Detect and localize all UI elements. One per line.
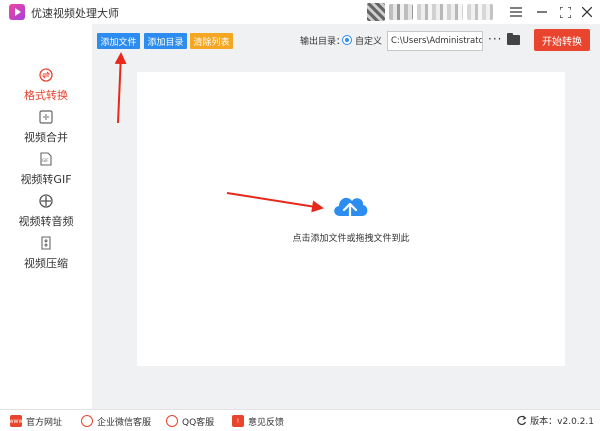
version-info[interactable]: 版本：v2.0.2.1 <box>516 414 594 427</box>
sidebar-item-format-convert[interactable]: 格式转换 <box>0 66 92 106</box>
output-path-field[interactable]: C:\Users\Administrator\ <box>387 31 483 51</box>
feedback-link[interactable]: ! 意见反馈 <box>232 414 284 428</box>
blurred-user-info <box>467 4 493 20</box>
avatar[interactable] <box>367 3 385 21</box>
user-account[interactable] <box>367 3 493 21</box>
refresh-icon <box>517 415 527 426</box>
compress-icon <box>41 236 51 250</box>
website-icon: www <box>9 415 23 427</box>
maximize-icon <box>559 6 571 18</box>
feedback-icon: ! <box>232 415 244 427</box>
qq-support-link[interactable]: QQ客服 <box>166 414 214 428</box>
sidebar-item-label: 视频压缩 <box>24 257 68 270</box>
maximize-button[interactable] <box>555 2 575 22</box>
version-label: 版本：v2.0.2.1 <box>530 417 594 427</box>
toolbar: 添加文件 添加目录 清除列表 输出目录： 自定义 C:\Users\Admini… <box>92 24 600 58</box>
minimize-button[interactable] <box>532 2 552 22</box>
custom-output-radio[interactable] <box>342 35 352 45</box>
cloud-upload-icon[interactable] <box>330 190 370 225</box>
feedback-label: 意见反馈 <box>248 417 285 428</box>
drop-hint-text: 点击添加文件或拖拽文件到此 <box>292 234 410 244</box>
close-icon <box>582 7 592 17</box>
app-logo-icon <box>9 4 25 20</box>
menu-button[interactable] <box>506 2 526 22</box>
sidebar-item-video-to-gif[interactable]: GIF 视频转GIF <box>0 150 92 190</box>
blurred-user-info <box>389 4 413 20</box>
sidebar: 格式转换 视频合并 GIF 视频转GIF 视频转音频 视频压缩 <box>0 24 92 409</box>
website-link[interactable]: www 官方网址 <box>9 414 63 428</box>
wechat-icon <box>81 415 93 427</box>
sidebar-item-label: 视频合并 <box>24 131 68 144</box>
qq-icon <box>166 415 178 427</box>
start-convert-button[interactable]: 开始转换 <box>534 29 590 51</box>
sidebar-item-label: 视频转GIF <box>20 173 72 186</box>
sidebar-item-video-compress[interactable]: 视频压缩 <box>0 234 92 274</box>
add-file-button[interactable]: 添加文件 <box>97 33 140 49</box>
sidebar-item-video-to-audio[interactable]: 视频转音频 <box>0 192 92 232</box>
title-bar: 优速视频处理大师 <box>0 0 600 24</box>
svg-text:GIF: GIF <box>42 158 49 163</box>
convert-icon <box>39 68 53 82</box>
sidebar-item-label: 视频转音频 <box>18 215 74 228</box>
custom-output-label[interactable]: 自定义 <box>355 34 382 47</box>
clear-list-button[interactable]: 清除列表 <box>190 33 233 49</box>
browse-more-button[interactable]: ··· <box>488 32 502 46</box>
website-label: 官方网址 <box>26 417 63 428</box>
close-button[interactable] <box>577 2 597 22</box>
arrow-to-add-file <box>114 52 127 124</box>
gif-file-icon: GIF <box>40 152 52 166</box>
footer: www 官方网址 企业微信客服 QQ客服 ! 意见反馈 版本：v2.0.2.1 <box>0 409 600 431</box>
qq-label: QQ客服 <box>182 417 215 428</box>
app-title: 优速视频处理大师 <box>31 7 119 20</box>
add-folder-button[interactable]: 添加目录 <box>144 33 187 49</box>
file-drop-area[interactable]: 点击添加文件或拖拽文件到此 <box>137 72 565 366</box>
blurred-user-info <box>417 4 463 20</box>
wechat-support-link[interactable]: 企业微信客服 <box>81 414 151 428</box>
merge-icon <box>39 110 53 124</box>
minimize-icon <box>537 11 547 13</box>
sidebar-item-label: 格式转换 <box>24 89 68 102</box>
audio-icon <box>39 194 53 208</box>
output-dir-label: 输出目录： <box>300 37 346 47</box>
sidebar-item-video-merge[interactable]: 视频合并 <box>0 108 92 148</box>
hamburger-icon <box>510 7 522 17</box>
wechat-label: 企业微信客服 <box>97 417 152 428</box>
open-folder-icon[interactable] <box>507 33 520 45</box>
